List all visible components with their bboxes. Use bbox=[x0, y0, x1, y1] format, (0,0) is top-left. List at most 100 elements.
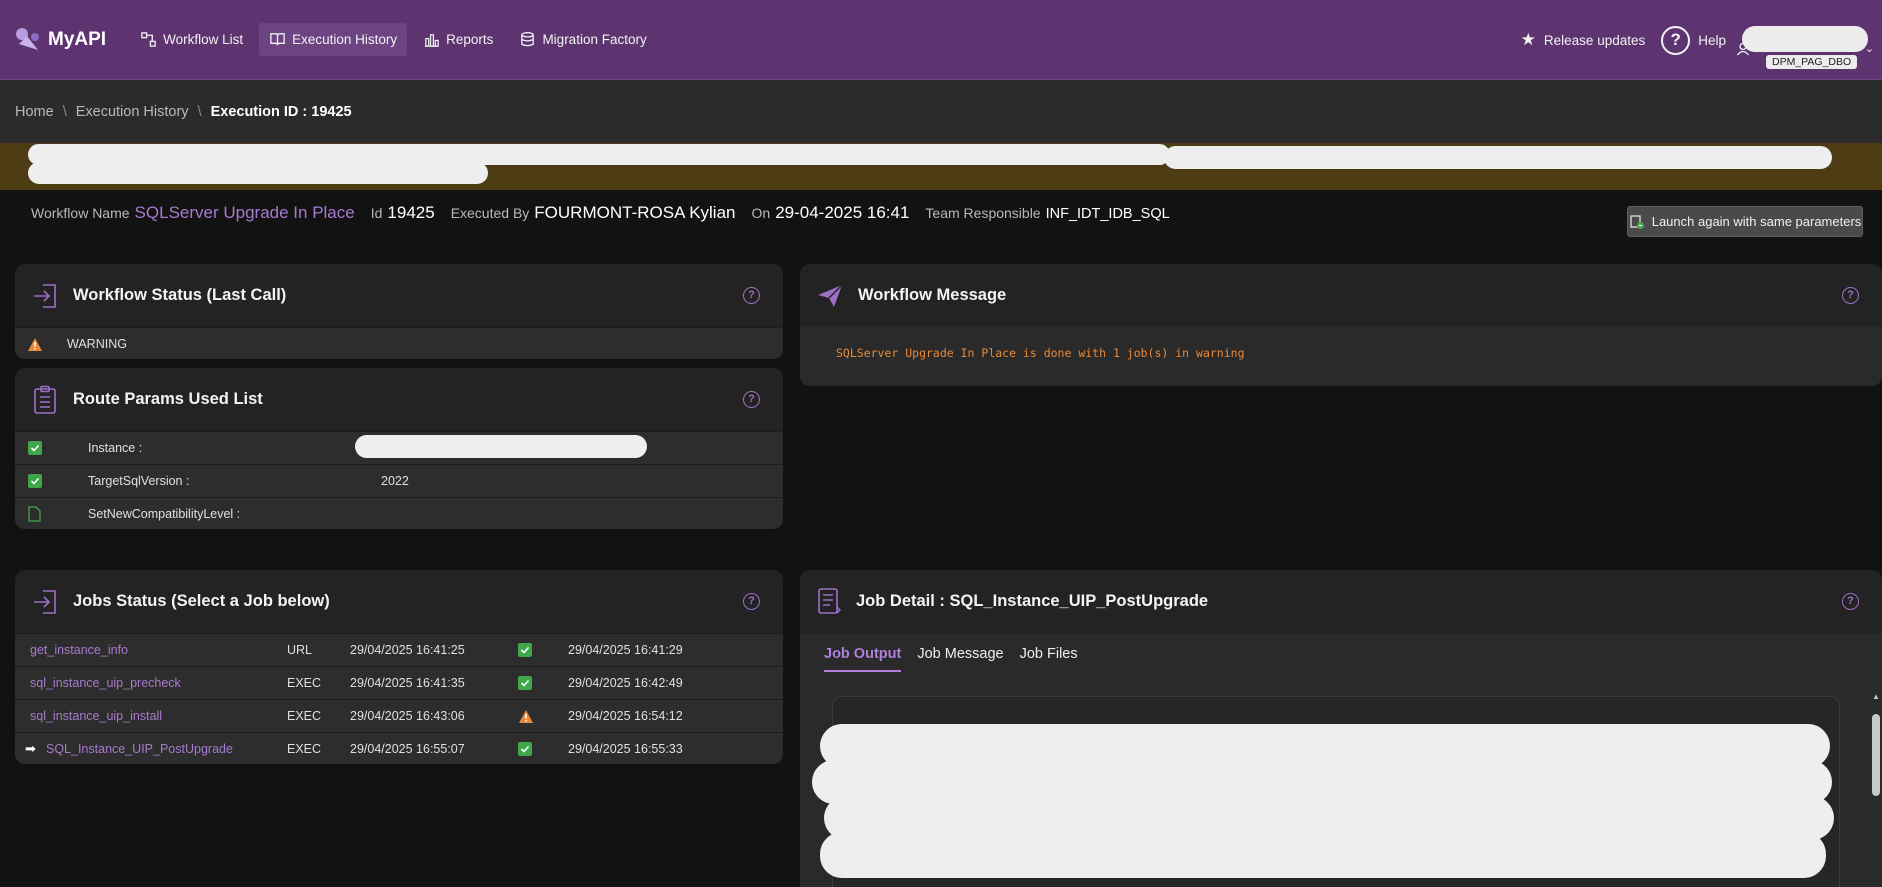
param-name: Instance : bbox=[88, 441, 143, 455]
panel-title: Workflow Status (Last Call) bbox=[73, 286, 287, 304]
job-row[interactable]: get_instance_info URL 29/04/2025 16:41:2… bbox=[15, 633, 783, 666]
job-start-time: 29/04/2025 16:41:35 bbox=[350, 676, 465, 690]
job-name-link[interactable]: get_instance_info bbox=[30, 643, 128, 657]
nav-label: Reports bbox=[446, 32, 494, 47]
tab-job-output[interactable]: Job Output bbox=[824, 646, 902, 672]
main-nav: Workflow List Execution History Reports … bbox=[130, 23, 657, 56]
help-icon[interactable]: ? bbox=[743, 390, 760, 408]
breadcrumb-home[interactable]: Home bbox=[15, 104, 54, 120]
panel-header: Workflow Status (Last Call) ? bbox=[15, 264, 783, 327]
executed-by-value: FOURMONT-ROSA Kylian bbox=[534, 203, 736, 222]
document-list-icon bbox=[818, 587, 841, 614]
help-icon: ? bbox=[1661, 25, 1691, 55]
param-name: SetNewCompatibilityLevel : bbox=[88, 507, 241, 521]
redacted-username bbox=[1742, 26, 1868, 52]
job-type: EXEC bbox=[287, 676, 322, 690]
success-check-icon bbox=[518, 742, 532, 756]
help-icon[interactable]: ? bbox=[743, 592, 760, 610]
scroll-up-icon[interactable]: ▲ bbox=[1872, 692, 1880, 701]
execution-info: Workflow Name SQLServer Upgrade In Place… bbox=[31, 203, 1186, 227]
job-detail-tabs: Job Output Job Message Job Files bbox=[824, 646, 1078, 672]
help-icon[interactable]: ? bbox=[743, 286, 760, 304]
panel-title: Job Detail : SQL_Instance_UIP_PostUpgrad… bbox=[856, 592, 1209, 610]
workflow-message-panel: Workflow Message ? SQLServer Upgrade In … bbox=[800, 264, 1882, 386]
status-row: WARNING bbox=[15, 327, 783, 359]
breadcrumb-separator: \ bbox=[197, 103, 202, 120]
bar-chart-icon bbox=[425, 34, 439, 47]
checkbox-checked-icon bbox=[28, 474, 42, 488]
success-check-icon bbox=[518, 676, 532, 690]
app-name: MyAPI bbox=[48, 28, 107, 50]
status-value: WARNING bbox=[67, 337, 127, 351]
myapi-logo-icon bbox=[16, 27, 39, 50]
param-name: TargetSqlVersion : bbox=[88, 474, 190, 488]
panel-title: Jobs Status (Select a Job below) bbox=[73, 592, 330, 610]
nav-reports[interactable]: Reports bbox=[413, 23, 503, 56]
panel-header: Route Params Used List ? bbox=[15, 368, 783, 431]
job-name-link[interactable]: sql_instance_uip_precheck bbox=[30, 676, 181, 690]
scrollbar-thumb[interactable] bbox=[1872, 714, 1880, 796]
job-type: URL bbox=[287, 643, 313, 657]
output-scrollbar[interactable]: ▲ bbox=[1871, 692, 1881, 887]
launch-again-label: Launch again with same parameters bbox=[1651, 214, 1862, 229]
job-name-link[interactable]: SQL_Instance_UIP_PostUpgrade bbox=[46, 742, 233, 756]
tab-job-message[interactable]: Job Message bbox=[917, 646, 1003, 672]
help-label: Help bbox=[1698, 32, 1726, 48]
redacted-output-text bbox=[820, 832, 1826, 878]
job-start-time: 29/04/2025 16:43:06 bbox=[350, 709, 465, 723]
workflow-message-text: SQLServer Upgrade In Place is done with … bbox=[836, 346, 1245, 360]
app-logo[interactable]: MyAPI bbox=[14, 26, 106, 54]
breadcrumb-current: Execution ID : 19425 bbox=[210, 103, 352, 120]
workflow-name-label: Workflow Name bbox=[31, 205, 130, 221]
release-updates-label: Release updates bbox=[1543, 32, 1646, 48]
id-value: 19425 bbox=[387, 203, 435, 222]
breadcrumb-execution-history[interactable]: Execution History bbox=[76, 104, 189, 120]
job-row[interactable]: sql_instance_uip_install EXEC 29/04/2025… bbox=[15, 699, 783, 732]
sign-in-icon bbox=[34, 283, 56, 308]
breadcrumb-separator: \ bbox=[62, 103, 67, 120]
warning-icon bbox=[519, 710, 533, 723]
release-updates-link[interactable]: ★ Release updates bbox=[1521, 30, 1646, 50]
launch-again-button[interactable]: Launch again with same parameters bbox=[1627, 206, 1863, 237]
checkbox-checked-icon bbox=[28, 441, 42, 455]
user-role-tag: DPM_PAG_DBO bbox=[1766, 55, 1858, 69]
top-right-menu: ★ Release updates ? Help DPM_PAG_DBO ⌄ bbox=[1521, 0, 1874, 80]
panel-header: Jobs Status (Select a Job below) ? bbox=[15, 570, 783, 633]
success-check-icon bbox=[518, 643, 532, 657]
workflow-name-link[interactable]: SQLServer Upgrade In Place bbox=[135, 203, 355, 223]
star-icon: ★ bbox=[1520, 30, 1536, 49]
job-end-time: 29/04/2025 16:55:33 bbox=[568, 742, 683, 756]
panel-title: Route Params Used List bbox=[73, 390, 263, 408]
arrow-right-icon: ➡ bbox=[25, 741, 36, 756]
nav-label: Workflow List bbox=[163, 32, 244, 47]
tab-job-files[interactable]: Job Files bbox=[1020, 646, 1078, 672]
nav-label: Execution History bbox=[292, 32, 398, 47]
job-row-selected[interactable]: ➡ SQL_Instance_UIP_PostUpgrade EXEC 29/0… bbox=[15, 732, 783, 764]
top-navbar: MyAPI Workflow List Execution History Re… bbox=[0, 0, 1882, 80]
param-row: Instance : bbox=[15, 431, 783, 464]
help-link[interactable]: ? Help bbox=[1661, 25, 1726, 55]
relaunch-icon bbox=[1630, 214, 1644, 229]
job-detail-panel: Job Detail : SQL_Instance_UIP_PostUpgrad… bbox=[800, 570, 1882, 887]
job-end-time: 29/04/2025 16:41:29 bbox=[568, 643, 683, 657]
redacted-banner-text bbox=[1164, 146, 1832, 169]
help-icon[interactable]: ? bbox=[1842, 286, 1859, 304]
warning-banner bbox=[0, 143, 1882, 190]
on-label: On bbox=[751, 205, 771, 221]
warning-icon bbox=[28, 338, 42, 351]
panel-header: Job Detail : SQL_Instance_UIP_PostUpgrad… bbox=[800, 570, 1882, 633]
redacted-banner-text bbox=[28, 162, 488, 184]
help-icon[interactable]: ? bbox=[1842, 592, 1859, 610]
sign-in-icon bbox=[34, 589, 56, 614]
job-name-link[interactable]: sql_instance_uip_install bbox=[30, 709, 162, 723]
param-row: SetNewCompatibilityLevel : bbox=[15, 497, 783, 529]
job-end-time: 29/04/2025 16:54:12 bbox=[568, 709, 683, 723]
database-icon bbox=[521, 32, 535, 47]
job-row[interactable]: sql_instance_uip_precheck EXEC 29/04/202… bbox=[15, 666, 783, 699]
nav-migration-factory[interactable]: Migration Factory bbox=[509, 23, 656, 56]
file-icon bbox=[28, 506, 41, 522]
nav-execution-history[interactable]: Execution History bbox=[259, 23, 408, 56]
nav-workflow-list[interactable]: Workflow List bbox=[130, 23, 253, 56]
breadcrumb: Home \ Execution History \ Execution ID … bbox=[0, 80, 1882, 143]
user-menu[interactable]: DPM_PAG_DBO ⌄ bbox=[1736, 10, 1874, 70]
